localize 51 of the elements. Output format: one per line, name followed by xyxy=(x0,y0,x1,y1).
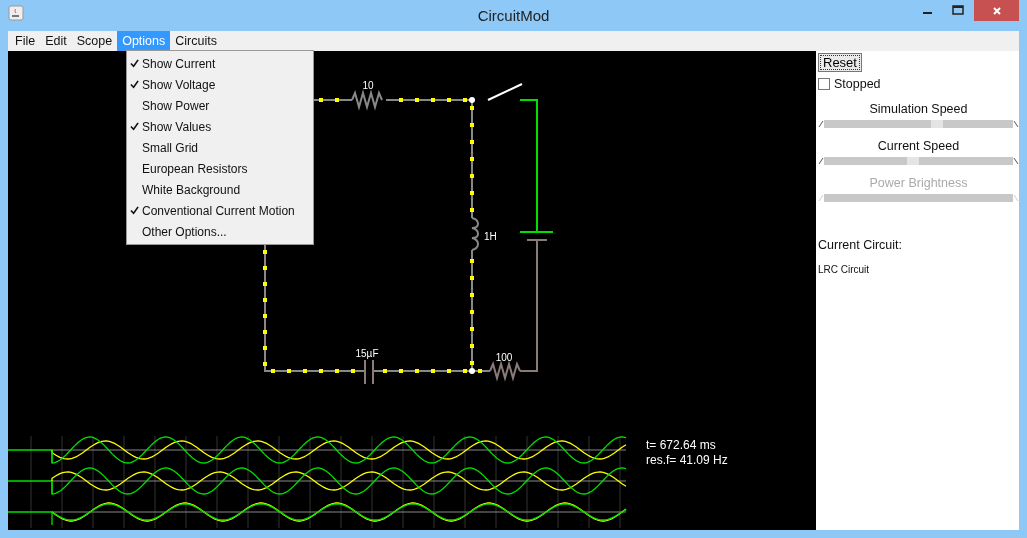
menu-item[interactable]: Edit xyxy=(40,31,72,51)
menu-option[interactable]: Show Current xyxy=(127,53,313,74)
wire xyxy=(313,99,353,101)
close-button[interactable] xyxy=(974,0,1019,21)
menu-option-label: Show Current xyxy=(142,56,216,71)
junction-dot xyxy=(469,97,475,103)
checkbox-label: Stopped xyxy=(834,77,881,91)
capacitor-drawing xyxy=(364,359,374,385)
slider-label: Power Brightness xyxy=(869,176,968,190)
menu-option[interactable]: Show Values xyxy=(127,116,313,137)
menu-option[interactable]: White Background xyxy=(127,179,313,200)
menu-option[interactable]: Show Voltage xyxy=(127,74,313,95)
menu-option-label: Conventional Current Motion xyxy=(142,203,295,218)
menu-option-label: Small Grid xyxy=(142,140,198,155)
slider-scrollbar[interactable] xyxy=(818,157,1019,165)
menu-option-label: White Background xyxy=(142,182,241,197)
menu-option-label: European Resistors xyxy=(142,161,248,176)
menu-item[interactable]: File xyxy=(10,31,41,51)
menu-option[interactable]: Small Grid xyxy=(127,137,313,158)
scope-reading: res.f= 41.09 Hz xyxy=(646,453,728,468)
junction-dot xyxy=(469,368,475,374)
slider-thumb[interactable] xyxy=(906,157,919,165)
resistor-drawing xyxy=(489,360,521,382)
reset-button[interactable]: Reset xyxy=(818,53,862,72)
menu-option[interactable]: European Resistors xyxy=(127,158,313,179)
circuit-name: LRC Circuit xyxy=(818,264,870,275)
menu-item[interactable]: Scope xyxy=(71,31,118,51)
resistor-drawing xyxy=(351,89,383,111)
menu-item[interactable]: Circuits xyxy=(170,31,222,51)
menu-option[interactable]: Other Options... xyxy=(127,221,313,242)
component-label: 15µF xyxy=(355,348,379,359)
component-label: 100 xyxy=(495,352,513,363)
slider-label: Current Speed xyxy=(877,139,960,153)
battery-drawing xyxy=(519,231,554,241)
inductor-drawing xyxy=(471,217,479,251)
slider-scrollbar[interactable] xyxy=(818,120,1019,128)
menu-option-label: Other Options... xyxy=(142,224,227,239)
scope-reading: t= 672.64 ms xyxy=(646,438,717,453)
menu-option[interactable]: Show Power xyxy=(127,95,313,116)
close-icon xyxy=(991,5,1002,16)
menu-option[interactable]: Conventional Current Motion xyxy=(127,200,313,221)
component-label: 1H xyxy=(484,231,497,242)
stopped-checkbox[interactable] xyxy=(818,78,830,90)
menu-option-label: Show Power xyxy=(142,98,210,113)
slider-label: Simulation Speed xyxy=(869,102,968,116)
current-circuit-heading: Current Circuit: xyxy=(818,238,903,252)
window-title: CircuitMod xyxy=(477,7,550,24)
component-label: 10 xyxy=(362,80,374,91)
slider-thumb[interactable] xyxy=(931,120,944,128)
menu-option-label: Show Values xyxy=(142,119,212,134)
menu-option-label: Show Voltage xyxy=(142,77,216,92)
